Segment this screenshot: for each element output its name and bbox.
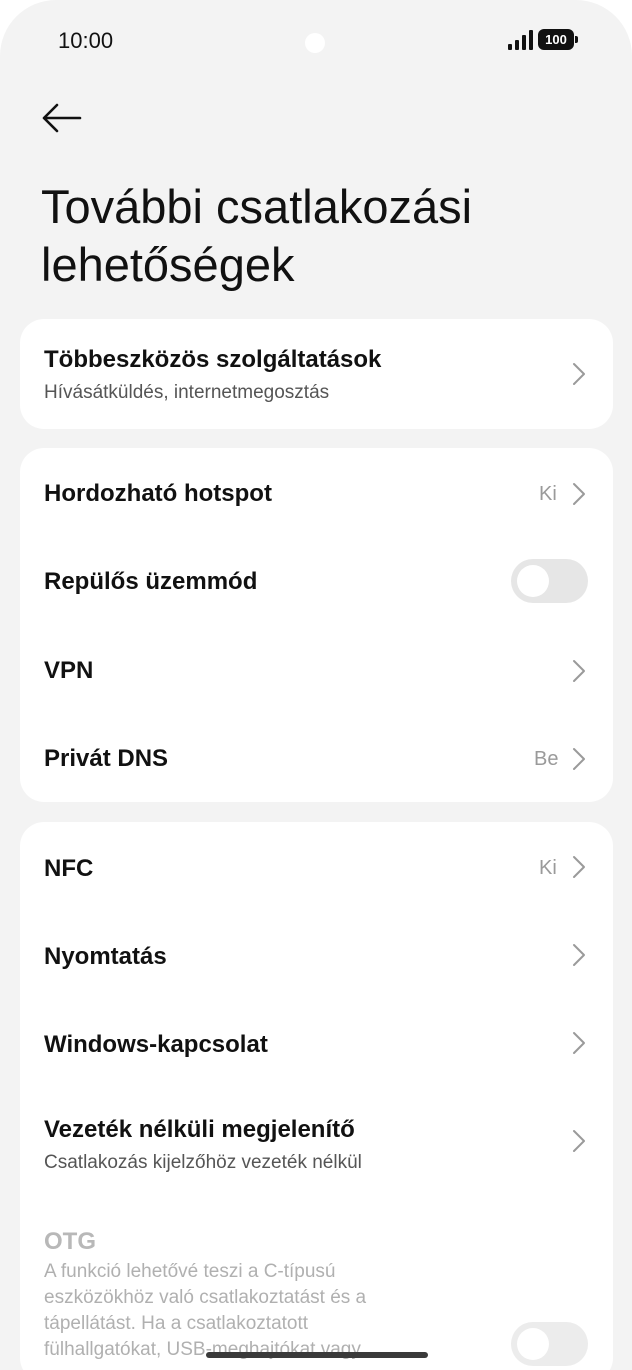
- phone-screen: 10:00 100 További csatlakozási lehetőség…: [0, 0, 632, 1370]
- row-title: OTG: [44, 1228, 96, 1255]
- row-title: Hordozható hotspot: [44, 480, 272, 507]
- row-nfc[interactable]: NFC Ki: [20, 822, 613, 910]
- otg-toggle[interactable]: [511, 1322, 588, 1366]
- chevron-right-icon: [573, 483, 585, 505]
- row-title: Privát DNS: [44, 745, 169, 772]
- row-value: Be: [534, 748, 559, 770]
- row-title: Windows-kapcsolat: [44, 1031, 268, 1058]
- row-airplane-mode: Repülős üzemmód: [20, 538, 613, 626]
- toggle-knob: [517, 1328, 549, 1360]
- row-title: Nyomtatás: [44, 943, 167, 970]
- row-subtitle: Csatlakozás kijelzőhöz vezeték nélkül: [44, 1152, 362, 1173]
- status-bar: 10:00 100: [0, 0, 632, 82]
- row-printing[interactable]: Nyomtatás: [20, 910, 613, 998]
- row-title: Többeszközös szolgáltatások: [44, 346, 382, 373]
- row-value: Ki: [539, 857, 557, 879]
- camera-cutout: [305, 33, 325, 53]
- back-button[interactable]: [40, 100, 84, 136]
- chevron-right-icon: [573, 856, 585, 878]
- row-vpn[interactable]: VPN: [20, 626, 613, 714]
- home-indicator[interactable]: [206, 1352, 428, 1358]
- chevron-right-icon: [573, 748, 585, 770]
- row-portable-hotspot[interactable]: Hordozható hotspot Ki: [20, 448, 613, 538]
- row-otg: OTG A funkció lehetővé teszi a C-típusú …: [20, 1206, 613, 1370]
- row-title: NFC: [44, 855, 94, 882]
- arrow-left-icon: [42, 103, 82, 133]
- airplane-mode-toggle[interactable]: [511, 559, 588, 603]
- row-multidevice-services[interactable]: Többeszközös szolgáltatások Hívásátküldé…: [20, 319, 613, 429]
- card-multidevice: Többeszközös szolgáltatások Hívásátküldé…: [20, 319, 613, 429]
- card-connections: NFC Ki Nyomtatás Windows-kapcsolat Vezet…: [20, 822, 613, 1370]
- row-wireless-display[interactable]: Vezeték nélküli megjelenítő Csatlakozás …: [20, 1086, 613, 1206]
- chevron-right-icon: [573, 1032, 585, 1054]
- row-title: Repülős üzemmód: [44, 568, 258, 595]
- chevron-right-icon: [573, 660, 585, 682]
- card-network: Hordozható hotspot Ki Repülős üzemmód VP…: [20, 448, 613, 802]
- row-description: A funkció lehetővé teszi a C-típusú eszk…: [44, 1261, 367, 1360]
- row-windows-connection[interactable]: Windows-kapcsolat: [20, 998, 613, 1086]
- row-title: Vezeték nélküli megjelenítő: [44, 1116, 355, 1143]
- chevron-right-icon: [573, 944, 585, 966]
- row-private-dns[interactable]: Privát DNS Be: [20, 714, 613, 802]
- status-time: 10:00: [58, 28, 114, 53]
- row-value: Ki: [539, 483, 557, 505]
- page-title: További csatlakozási lehetőségek: [41, 180, 473, 291]
- battery-icon: 100: [538, 29, 578, 50]
- chevron-right-icon: [573, 1130, 585, 1152]
- row-subtitle: Hívásátküldés, internetmegosztás: [44, 382, 330, 403]
- row-title: VPN: [44, 657, 94, 684]
- chevron-right-icon: [573, 363, 585, 385]
- signal-icon: [508, 30, 534, 50]
- toggle-knob: [517, 565, 549, 597]
